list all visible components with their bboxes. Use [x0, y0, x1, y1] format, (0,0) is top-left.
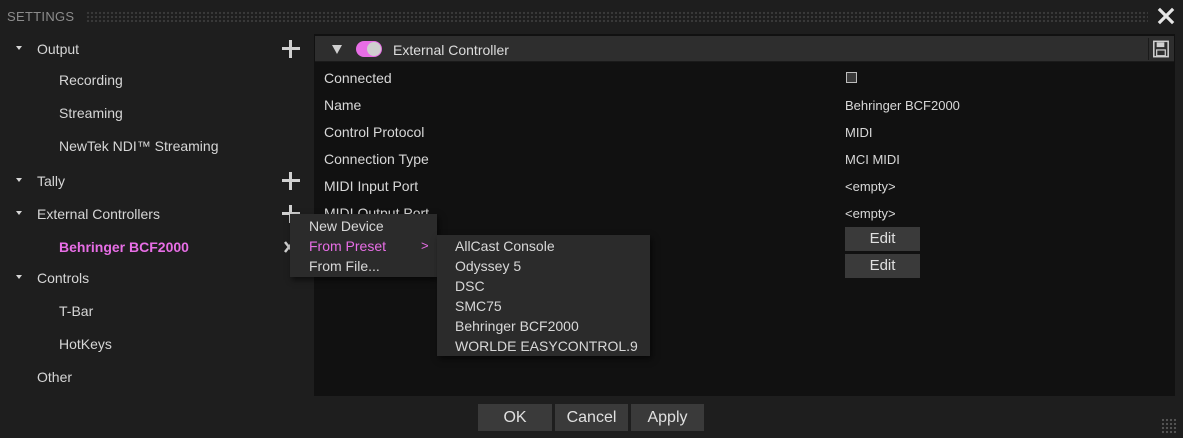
edit-button-1[interactable]: Edit	[845, 227, 920, 251]
tree-item-other[interactable]: Other	[37, 369, 72, 385]
prop-label-connection-type: Connection Type	[324, 151, 429, 167]
panel-title: External Controller	[393, 42, 509, 58]
title-bar: SETTINGS	[0, 0, 1183, 33]
add-output-icon[interactable]	[282, 40, 300, 58]
prop-value-midi-input-port[interactable]: <empty>	[845, 179, 896, 194]
tree-item-hotkeys[interactable]: HotKeys	[59, 336, 112, 352]
prop-value-midi-output-port[interactable]: <empty>	[845, 206, 896, 221]
menu-item-new-device[interactable]: New Device	[309, 218, 384, 234]
expand-external-controllers-icon[interactable]	[16, 211, 22, 215]
apply-button[interactable]: Apply	[631, 404, 704, 431]
expand-tally-icon[interactable]	[16, 178, 22, 182]
triangle-down-icon[interactable]	[332, 45, 342, 54]
expand-controls-icon[interactable]	[16, 275, 22, 279]
preset-dsc[interactable]: DSC	[455, 278, 485, 294]
edit-button-2[interactable]: Edit	[845, 254, 920, 278]
resize-grip-icon[interactable]	[1161, 418, 1177, 434]
window-title: SETTINGS	[7, 9, 75, 24]
tree-item-output[interactable]: Output	[37, 41, 79, 57]
floppy-disk-icon[interactable]	[1148, 38, 1172, 60]
preset-smc75[interactable]: SMC75	[455, 298, 502, 314]
tree-item-streaming[interactable]: Streaming	[59, 105, 123, 121]
prop-label-connected: Connected	[324, 70, 392, 86]
tree-item-external-controllers[interactable]: External Controllers	[37, 206, 160, 222]
tree-item-tally[interactable]: Tally	[37, 173, 65, 189]
menu-item-from-file[interactable]: From File...	[309, 258, 380, 274]
tree-item-behringer-bcf2000[interactable]: Behringer BCF2000	[59, 239, 189, 255]
chevron-right-icon: >	[421, 238, 429, 253]
preset-behringer-bcf2000[interactable]: Behringer BCF2000	[455, 318, 579, 334]
panel-header: External Controller	[315, 36, 1174, 62]
tree-item-controls[interactable]: Controls	[37, 270, 89, 286]
ok-button[interactable]: OK	[478, 404, 552, 431]
tree-item-t-bar[interactable]: T-Bar	[59, 303, 93, 319]
tree-item-ndi-streaming[interactable]: NewTek NDI™ Streaming	[59, 138, 219, 154]
add-device-menu: New Device From Preset > From File...	[290, 214, 437, 277]
menu-item-from-preset[interactable]: From Preset	[309, 238, 386, 254]
settings-tree: Output Recording Streaming NewTek NDI™ S…	[0, 33, 313, 398]
tree-item-recording[interactable]: Recording	[59, 72, 123, 88]
prop-label-name: Name	[324, 97, 362, 113]
preset-odyssey-5[interactable]: Odyssey 5	[455, 258, 521, 274]
prop-value-connection-type[interactable]: MCI MIDI	[845, 152, 900, 167]
prop-label-control-protocol: Control Protocol	[324, 124, 425, 140]
preset-allcast-console[interactable]: AllCast Console	[455, 238, 555, 254]
toggle-knob	[367, 42, 381, 56]
preset-worlde-easycontrol9[interactable]: WORLDE EASYCONTROL.9	[455, 338, 638, 354]
enable-toggle[interactable]	[356, 41, 382, 57]
dialog-footer: OK Cancel Apply	[0, 398, 1183, 438]
prop-label-midi-input-port: MIDI Input Port	[324, 178, 419, 194]
connected-checkbox[interactable]	[846, 72, 857, 83]
preset-submenu: AllCast Console Odyssey 5 DSC SMC75 Behr…	[437, 235, 650, 356]
prop-value-name[interactable]: Behringer BCF2000	[845, 98, 960, 113]
expand-output-icon[interactable]	[16, 46, 22, 50]
prop-value-control-protocol[interactable]: MIDI	[845, 125, 872, 140]
close-icon[interactable]	[1157, 7, 1175, 25]
cancel-button[interactable]: Cancel	[555, 404, 628, 431]
add-tally-icon[interactable]	[282, 172, 300, 190]
title-bar-grip[interactable]	[86, 11, 1148, 22]
